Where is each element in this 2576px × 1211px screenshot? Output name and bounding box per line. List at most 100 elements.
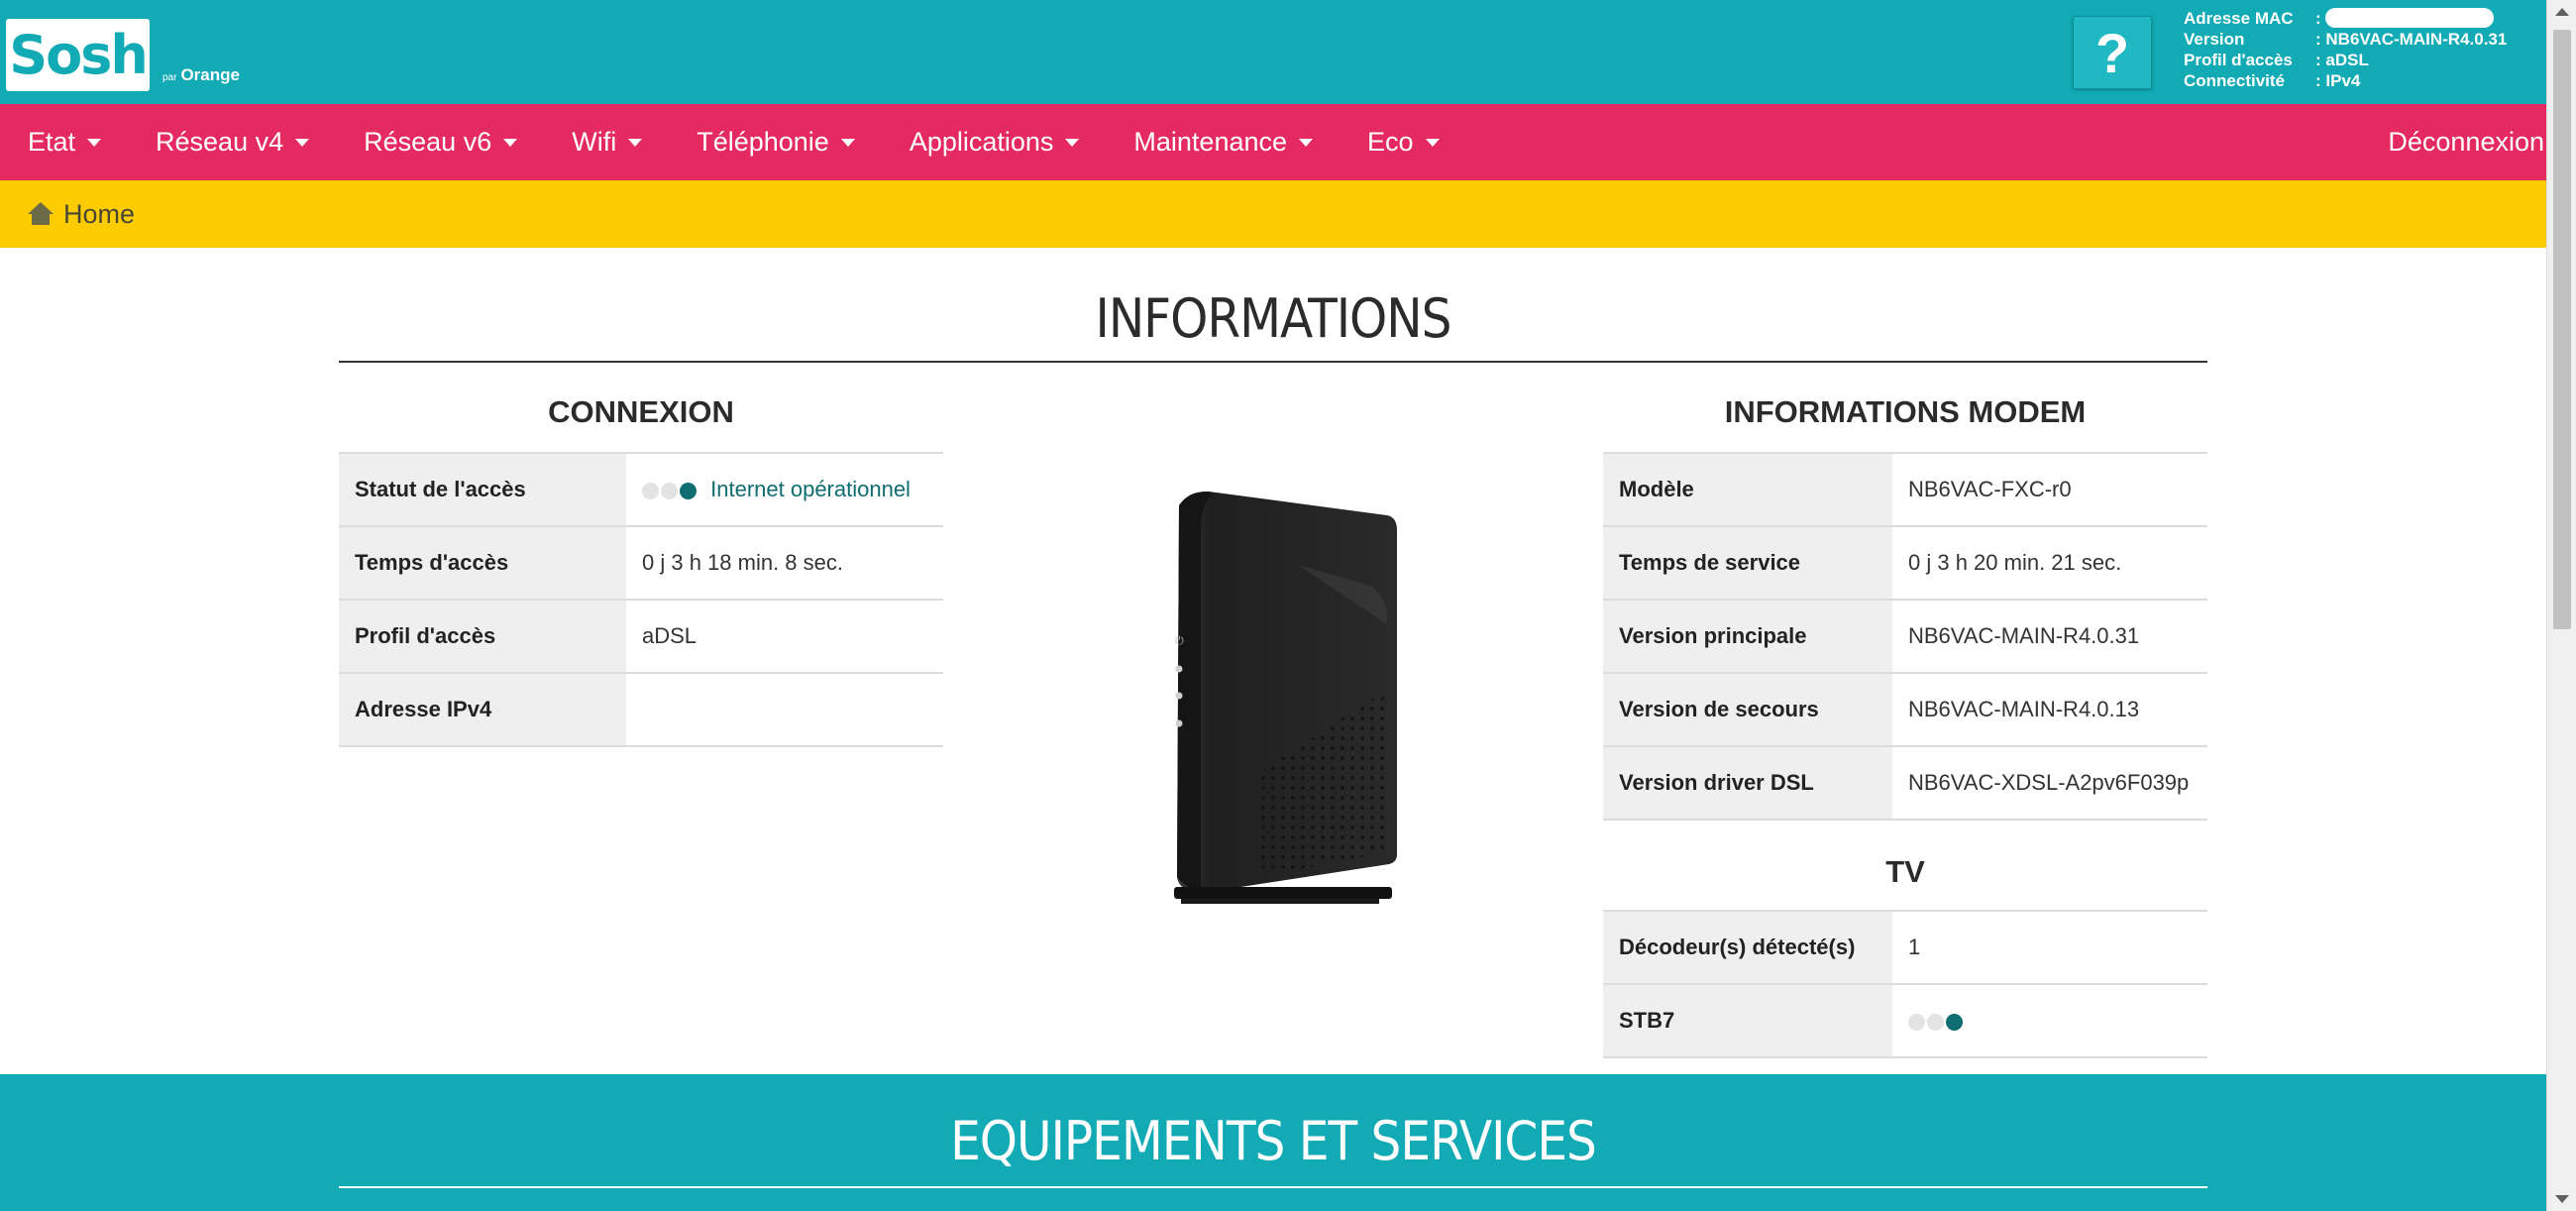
row-key: Version driver DSL <box>1603 745 1892 821</box>
page-title: INFORMATIONS <box>1095 287 1452 350</box>
nav-item-telephonie[interactable]: Téléphonie <box>697 127 855 158</box>
caret-down-icon <box>503 138 518 147</box>
nav-item-wifi[interactable]: Wifi <box>572 127 643 158</box>
nav-item-reseau-v6[interactable]: Réseau v6 <box>364 127 518 158</box>
nav-item-reseau-v4[interactable]: Réseau v4 <box>156 127 310 158</box>
table-row: Statut de l'accès Internet opérationnel <box>339 452 943 527</box>
info-key: Connectivité <box>2184 71 2286 90</box>
nav-item-maintenance[interactable]: Maintenance <box>1133 127 1314 158</box>
caret-down-icon <box>628 138 643 147</box>
nav-label: Maintenance <box>1133 127 1288 157</box>
caret-down-icon <box>1065 138 1080 147</box>
scroll-down-icon[interactable] <box>2555 1195 2569 1203</box>
info-value: : NB6VAC-MAIN-R4.0.31 <box>2315 30 2508 49</box>
logo-subtitle: par Orange <box>162 65 240 85</box>
row-value: NB6VAC-MAIN-R4.0.31 <box>1892 599 2207 674</box>
info-value: : aDSL <box>2315 51 2369 69</box>
info-row-version: Version : NB6VAC-MAIN-R4.0.31 <box>2184 29 2507 50</box>
nav-item-etat[interactable]: Etat <box>28 127 102 158</box>
info-key: Profil d'accès <box>2184 51 2293 69</box>
scroll-up-icon[interactable] <box>2555 8 2569 16</box>
row-key: Temps de service <box>1603 525 1892 601</box>
logo-text: Sosh <box>9 24 149 86</box>
svg-text:⏻: ⏻ <box>1175 634 1184 647</box>
led-off <box>642 482 659 499</box>
info-value: : <box>2315 9 2321 28</box>
logo-sub-brand: Orange <box>180 65 240 84</box>
row-value: NB6VAC-MAIN-R4.0.13 <box>1892 672 2207 747</box>
breadcrumb: Home <box>0 180 2546 248</box>
scroll-thumb[interactable] <box>2553 30 2571 629</box>
row-value: 0 j 3 h 20 min. 21 sec. <box>1892 525 2207 601</box>
table-row: Version de secours NB6VAC-MAIN-R4.0.13 <box>1603 672 2207 747</box>
info-row-profile: Profil d'accès : aDSL <box>2184 50 2507 70</box>
row-key: Adresse IPv4 <box>339 672 626 747</box>
row-value: 1 <box>1892 910 2207 985</box>
nav-label: Téléphonie <box>697 127 829 157</box>
table-row: Décodeur(s) détecté(s) 1 <box>1603 910 2207 985</box>
nav-label: Etat <box>28 127 76 157</box>
home-icon[interactable] <box>28 202 54 226</box>
caret-down-icon <box>840 138 855 147</box>
row-value <box>626 672 943 747</box>
main-nav: Etat Réseau v4 Réseau v6 Wifi Téléphonie… <box>0 104 2546 180</box>
logo-sub-par: par <box>162 72 177 83</box>
info-key: Adresse MAC <box>2184 9 2294 28</box>
nav-label: Réseau v4 <box>156 127 284 157</box>
row-key: Décodeur(s) détecté(s) <box>1603 910 1892 985</box>
row-key: Version principale <box>1603 599 1892 674</box>
table-row: Version principale NB6VAC-MAIN-R4.0.31 <box>1603 599 2207 674</box>
nav-label: Applications <box>909 127 1054 157</box>
caret-down-icon <box>1299 138 1314 147</box>
nav-label: Wifi <box>572 127 617 157</box>
help-button[interactable]: ? <box>2073 16 2152 89</box>
led-on <box>680 482 697 499</box>
row-key: Profil d'accès <box>339 599 626 674</box>
top-header: Sosh par Orange ? Adresse MAC : Version :… <box>0 0 2546 104</box>
question-mark-icon: ? <box>2094 21 2130 84</box>
title-divider <box>339 361 2207 363</box>
tv-title: TV <box>1885 854 1925 889</box>
caret-down-icon <box>87 138 102 147</box>
nav-label: Eco <box>1367 127 1414 157</box>
row-value: 0 j 3 h 18 min. 8 sec. <box>626 525 943 601</box>
services-divider <box>339 1186 2207 1188</box>
table-row: Temps de service 0 j 3 h 20 min. 21 sec. <box>1603 525 2207 601</box>
nav-item-eco[interactable]: Eco <box>1367 127 1440 158</box>
access-status-cell: Internet opérationnel <box>626 452 943 527</box>
info-row-connectivity: Connectivité : IPv4 <box>2184 70 2507 91</box>
led-off <box>1908 1013 1925 1031</box>
led-on <box>1946 1013 1963 1031</box>
row-key: Modèle <box>1603 452 1892 527</box>
led-off <box>661 482 678 499</box>
row-key: Statut de l'accès <box>339 452 626 527</box>
mac-address-redaction <box>2324 8 2494 28</box>
row-key: STB7 <box>1603 983 1892 1058</box>
device-info-panel: Adresse MAC : Version : NB6VAC-MAIN-R4.0… <box>2184 8 2507 91</box>
modem-info-table: Modèle NB6VAC-FXC-r0 Temps de service 0 … <box>1603 452 2207 821</box>
nav-item-applications[interactable]: Applications <box>910 127 1080 158</box>
access-status-text: Internet opérationnel <box>710 477 911 501</box>
row-value: aDSL <box>626 599 943 674</box>
info-value: : IPv4 <box>2315 71 2361 90</box>
sosh-logo[interactable]: Sosh <box>6 19 150 91</box>
row-value: NB6VAC-FXC-r0 <box>1892 452 2207 527</box>
services-title: EQUIPEMENTS ET SERVICES <box>950 1110 1597 1172</box>
page-scrollbar[interactable] <box>2546 0 2576 1211</box>
info-key: Version <box>2184 30 2245 49</box>
info-row-mac: Adresse MAC : <box>2184 8 2507 29</box>
row-value: NB6VAC-XDSL-A2pv6F039p <box>1892 745 2207 821</box>
table-row: Modèle NB6VAC-FXC-r0 <box>1603 452 2207 527</box>
row-key: Version de secours <box>1603 672 1892 747</box>
tv-table: Décodeur(s) détecté(s) 1 STB7 <box>1603 910 2207 1058</box>
led-off <box>1927 1013 1944 1031</box>
table-row: Temps d'accès 0 j 3 h 18 min. 8 sec. <box>339 525 943 601</box>
breadcrumb-home[interactable]: Home <box>63 199 135 230</box>
logout-link[interactable]: Déconnexion <box>2388 104 2544 180</box>
row-key: Temps d'accès <box>339 525 626 601</box>
caret-down-icon <box>295 138 310 147</box>
table-row: Profil d'accès aDSL <box>339 599 943 674</box>
status-led-icon <box>1908 1013 1963 1031</box>
table-row: STB7 <box>1603 983 2207 1058</box>
caret-down-icon <box>1425 138 1440 147</box>
